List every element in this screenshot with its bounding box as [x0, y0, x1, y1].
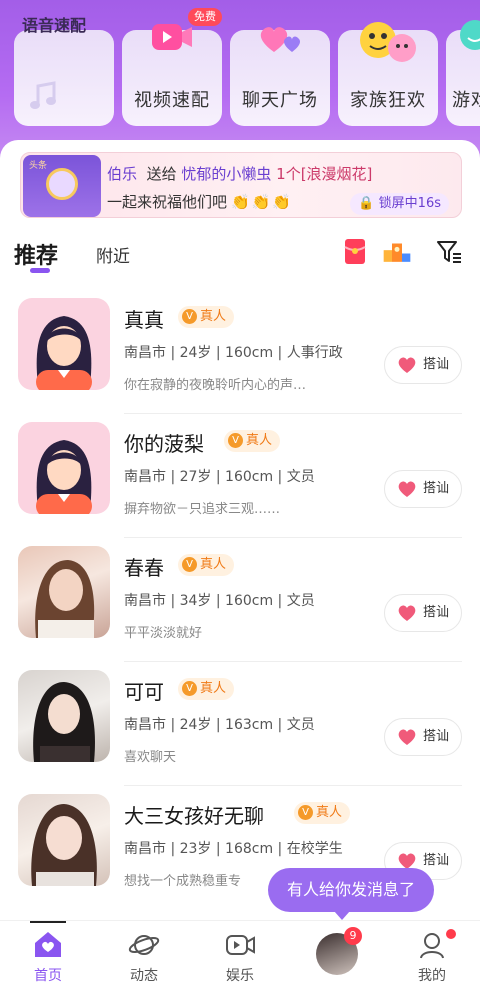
user-name: 大三女孩好无聊 [124, 804, 264, 828]
hearts-icon [260, 27, 300, 52]
family-party-card[interactable]: 家族狂欢 [338, 22, 438, 126]
nav-moments[interactable]: 动态 [96, 925, 192, 985]
profile-icon [420, 933, 444, 959]
verified-badge: V 真人 [224, 430, 281, 452]
chat-square-label: 聊天广场 [242, 90, 318, 111]
greet-button[interactable]: 搭讪 [384, 346, 462, 384]
heart-icon [398, 605, 416, 621]
avatar[interactable] [18, 670, 110, 762]
user-intro: 想找一个成熟稳重专 [124, 874, 242, 889]
voice-match-card[interactable]: 语音速配 [14, 16, 114, 126]
tab-recommend[interactable]: 推荐 [14, 238, 74, 270]
music-note-icon [30, 81, 56, 109]
greet-button[interactable]: 搭讪 [384, 470, 462, 508]
nav-mine[interactable]: 我的 [384, 925, 480, 985]
user-name: 可可 [124, 680, 164, 704]
headline-logo: 头条 [23, 155, 101, 217]
chat-square-card[interactable]: 聊天广场 [230, 27, 330, 126]
default-female-avatar-icon [36, 440, 92, 514]
user-name: 春春 [124, 556, 164, 580]
verified-badge: V 真人 [178, 306, 235, 328]
red-packet-icon[interactable] [340, 236, 370, 266]
tab-nearby[interactable]: 附近 [96, 242, 156, 267]
clapping-hands-icon: 👏👏👏 [231, 193, 294, 211]
new-message-toast[interactable]: 有人给你发消息了 [268, 868, 434, 920]
emoji-faces-icon [360, 22, 416, 62]
avatar[interactable] [18, 298, 110, 390]
banner-line-2: 一起来祝福他们吧 👏👏👏 [107, 191, 293, 212]
home-heart-icon [35, 932, 61, 957]
banner-blessing: 一起来祝福他们吧 [107, 193, 228, 211]
video-play-icon [226, 935, 255, 955]
bottom-nav: 首页 动态 娱乐 9 我的 [0, 920, 480, 986]
nav-home[interactable]: 首页 [0, 921, 96, 985]
game-label: 游戏 [452, 90, 480, 111]
nav-mine-label: 我的 [418, 968, 446, 984]
free-badge: 免费 [188, 8, 222, 26]
user-photo [33, 682, 95, 762]
nav-fun-label: 娱乐 [226, 968, 254, 984]
user-photo [35, 560, 95, 638]
lock-screen-pill: 🔒 锁屏中16s [350, 193, 449, 215]
verified-badge: V 真人 [294, 802, 351, 824]
family-party-label: 家族狂欢 [350, 90, 426, 111]
user-name: 真真 [124, 308, 164, 332]
default-female-avatar-icon [36, 316, 92, 390]
user-meta: 南昌市 | 27岁 | 160cm | 文员 [124, 469, 315, 485]
user-intro: 平平淡淡就好 [124, 626, 203, 641]
nav-active-indicator [30, 921, 66, 923]
list-item[interactable]: 可可 V 真人 南昌市 | 24岁 | 163cm | 文员 喜欢聊天 搭讪 [0, 662, 480, 786]
verified-badge: V 真人 [178, 678, 235, 700]
tab-active-indicator [30, 268, 50, 273]
message-count-badge: 9 [344, 927, 362, 945]
list-item[interactable]: 你的菠梨 V 真人 南昌市 | 27岁 | 160cm | 文员 摒弃物欲－只追求… [0, 414, 480, 538]
banner-gift: 1个[浪漫烟花] [276, 165, 373, 183]
profile-notification-dot [446, 929, 456, 939]
user-meta: 南昌市 | 24岁 | 160cm | 人事行政 [124, 345, 343, 361]
filter-icon[interactable] [434, 236, 464, 266]
user-meta: 南昌市 | 24岁 | 163cm | 文员 [124, 717, 315, 733]
banner-verb: 送给 [146, 165, 177, 183]
list-item[interactable]: 真真 V 真人 南昌市 | 24岁 | 160cm | 人事行政 你在寂静的夜晚聆… [0, 290, 480, 414]
banner-sender: 伯乐 [107, 165, 138, 183]
avatar[interactable] [18, 546, 110, 638]
banner-line-1: 伯乐 送给 忧郁的小懒虫 1个[浪漫烟花] [107, 163, 372, 184]
list-item[interactable]: 春春 V 真人 南昌市 | 34岁 | 160cm | 文员 平平淡淡就好 搭讪 [0, 538, 480, 662]
lock-screen-label: 锁屏中16s [378, 196, 441, 211]
avatar[interactable] [18, 422, 110, 514]
voice-match-title: 语音速配 [22, 16, 87, 35]
nav-home-label: 首页 [34, 968, 62, 984]
video-match-card[interactable]: 视频速配 [122, 24, 222, 126]
user-photo [31, 804, 97, 886]
heart-icon [398, 481, 416, 497]
video-match-label: 视频速配 [134, 90, 210, 111]
verified-badge: V 真人 [178, 554, 235, 576]
hero-section: 语音速配 视频速配 免费 聊天广场 家族狂欢 游 [0, 0, 480, 160]
gift-announcement-banner[interactable]: 头条 伯乐 送给 忧郁的小懒虫 1个[浪漫烟花] 一起来祝福他们吧 👏👏👏 🔒 锁… [20, 152, 462, 218]
user-intro: 摒弃物欲－只追求三观…… [124, 502, 281, 517]
heart-icon [398, 357, 416, 373]
user-meta: 南昌市 | 23岁 | 168cm | 在校学生 [124, 841, 343, 857]
banner-receiver: 忧郁的小懒虫 [181, 165, 272, 183]
nav-messages[interactable]: 9 [288, 925, 384, 985]
user-intro: 你在寂静的夜晚聆听内心的声… [124, 378, 307, 393]
heart-icon [398, 729, 416, 745]
greet-button[interactable]: 搭讪 [384, 718, 462, 756]
headline-tag: 头条 [29, 161, 48, 171]
lock-icon: 🔒 [358, 196, 375, 211]
user-intro: 喜欢聊天 [124, 750, 177, 765]
game-face-icon [460, 20, 480, 50]
avatar[interactable] [18, 794, 110, 886]
game-card[interactable]: 游戏 [446, 20, 480, 126]
nav-fun[interactable]: 娱乐 [192, 925, 288, 985]
ranking-podium-icon[interactable] [382, 236, 412, 266]
nav-moments-label: 动态 [130, 968, 158, 984]
planet-icon [128, 935, 160, 955]
user-meta: 南昌市 | 34岁 | 160cm | 文员 [124, 593, 315, 609]
avatar-coin-icon [46, 168, 78, 200]
user-name: 你的菠梨 [124, 432, 204, 456]
greet-button[interactable]: 搭讪 [384, 594, 462, 632]
